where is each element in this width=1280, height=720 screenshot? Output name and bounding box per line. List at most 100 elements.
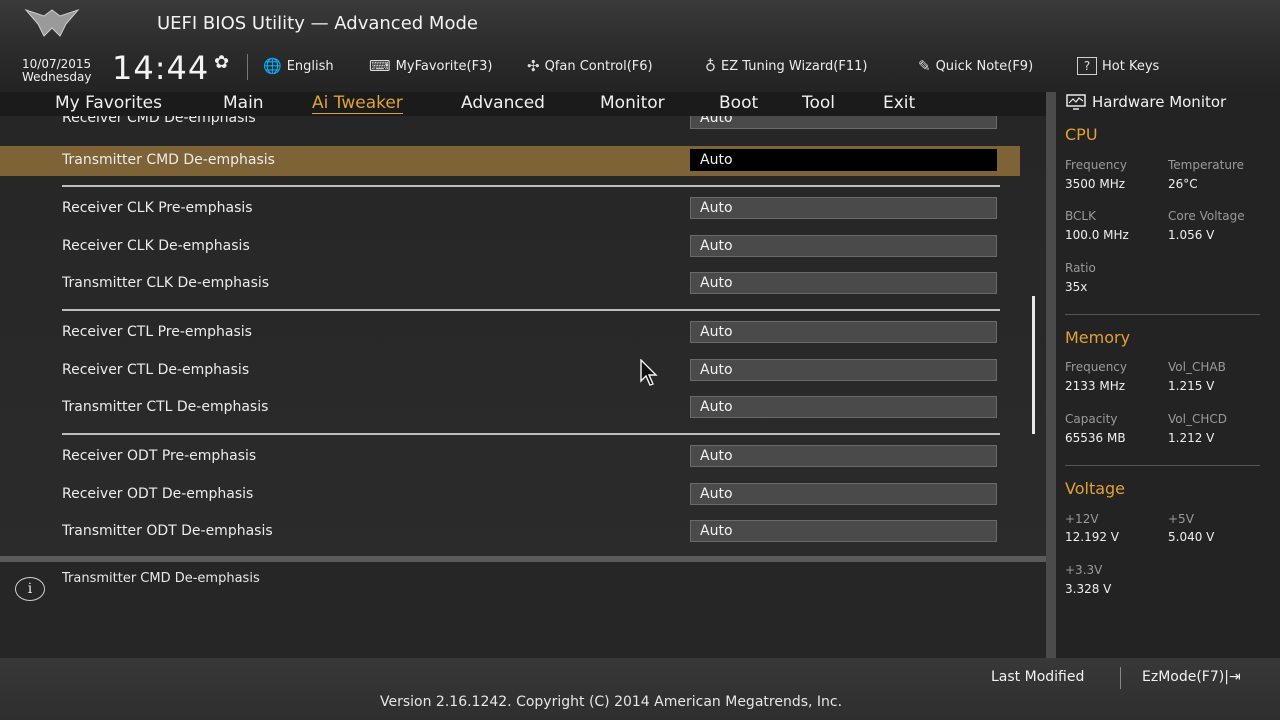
clock-time: 14:44	[112, 49, 210, 87]
window-title: UEFI BIOS Utility — Advanced Mode	[157, 13, 478, 34]
capacity-value: 65536 MB	[1065, 431, 1126, 445]
setting-label: Transmitter ODT De-emphasis	[62, 523, 273, 539]
v12-label: +12V	[1065, 512, 1099, 526]
ratio-value: 35x	[1065, 280, 1088, 294]
cpu-temperature-label: Temperature	[1168, 158, 1245, 172]
voltage-heading: Voltage	[1065, 479, 1126, 498]
header-separator	[247, 54, 248, 80]
quick-note-label: Quick Note(F9)	[935, 58, 1034, 74]
setting-row[interactable]: Receiver CLK De-emphasis Auto	[0, 232, 1020, 262]
ez-tuning-wizard-label: EZ Tuning Wizard(F11)	[721, 58, 868, 74]
tab-monitor[interactable]: Monitor	[600, 93, 665, 113]
tab-bar: My Favorites Main Ai Tweaker Advanced Mo…	[0, 92, 1046, 116]
tab-my-favorites[interactable]: My Favorites	[55, 93, 162, 113]
setting-row[interactable]: Receiver CTL Pre-emphasis Auto	[0, 318, 1020, 348]
tab-tool[interactable]: Tool	[802, 93, 835, 113]
setting-row[interactable]: Receiver CLK Pre-emphasis Auto	[0, 194, 1020, 224]
core-voltage-label: Core Voltage	[1168, 209, 1245, 223]
setting-label: Receiver ODT De-emphasis	[62, 486, 254, 502]
help-box-icon: ?	[1077, 57, 1097, 75]
tab-ai-tweaker[interactable]: Ai Tweaker	[312, 93, 403, 114]
cpu-frequency-label: Frequency	[1065, 158, 1127, 172]
setting-label: Transmitter CMD De-emphasis	[62, 152, 275, 168]
setting-row[interactable]: Transmitter CTL De-emphasis Auto	[0, 393, 1020, 423]
setting-value[interactable]: Auto	[690, 272, 997, 294]
setting-value[interactable]: Auto	[690, 149, 997, 171]
tab-boot[interactable]: Boot	[719, 93, 758, 113]
setting-row[interactable]: Transmitter ODT De-emphasis Auto	[0, 517, 1020, 547]
cpu-temperature-value: 26°C	[1168, 177, 1198, 191]
setting-label: Receiver CTL De-emphasis	[62, 362, 250, 378]
setting-row-selected[interactable]: Transmitter CMD De-emphasis Auto	[0, 146, 1020, 176]
setting-row[interactable]: Receiver CMD De-emphasis Auto	[0, 116, 1020, 134]
setting-value[interactable]: Auto	[690, 445, 997, 467]
setting-value[interactable]: Auto	[690, 520, 997, 542]
vol-chcd-value: 1.212 V	[1168, 431, 1215, 445]
bclk-label: BCLK	[1065, 209, 1096, 223]
date-display: 10/07/2015 Wednesday	[22, 58, 91, 84]
capacity-label: Capacity	[1065, 412, 1118, 426]
ezmode-button[interactable]: EzMode(F7)|⇥	[1142, 669, 1241, 685]
vol-chab-label: Vol_CHAB	[1168, 360, 1226, 374]
tab-main[interactable]: Main	[223, 93, 264, 113]
qfan-control-label: Qfan Control(F6)	[544, 58, 653, 74]
help-text: Transmitter CMD De-emphasis	[62, 571, 260, 586]
vol-chcd-label: Vol_CHCD	[1168, 412, 1227, 426]
setting-row[interactable]: Receiver ODT De-emphasis Auto	[0, 480, 1020, 510]
v12-value: 12.192 V	[1065, 530, 1120, 544]
v33-value: 3.328 V	[1065, 582, 1112, 596]
mouse-cursor-icon	[640, 359, 658, 386]
keyboard-icon: ⌨	[369, 57, 391, 75]
memory-frequency-value: 2133 MHz	[1065, 379, 1126, 393]
memory-heading: Memory	[1065, 328, 1131, 347]
setting-value[interactable]: Auto	[690, 197, 997, 219]
setting-label: Receiver CLK De-emphasis	[62, 238, 250, 254]
setting-row[interactable]: Transmitter CLK De-emphasis Auto	[0, 269, 1020, 299]
v5-value: 5.040 V	[1168, 530, 1215, 544]
language-label: English	[286, 58, 334, 74]
language-button[interactable]: 🌐 English	[263, 57, 334, 75]
setting-label: Transmitter CTL De-emphasis	[62, 399, 269, 415]
footer-bar	[0, 658, 1280, 720]
ratio-label: Ratio	[1065, 261, 1096, 275]
setting-value[interactable]: Auto	[690, 235, 997, 257]
globe-icon: 🌐	[263, 57, 282, 75]
gear-icon[interactable]: ✿	[214, 52, 229, 73]
group-divider	[62, 433, 1000, 435]
setting-value[interactable]: Auto	[690, 483, 997, 505]
qfan-control-button[interactable]: ✣ Qfan Control(F6)	[527, 57, 653, 75]
hw-divider	[1065, 314, 1260, 315]
group-divider	[62, 185, 1000, 187]
myfavorite-label: MyFavorite(F3)	[395, 58, 493, 74]
hot-keys-button[interactable]: ? Hot Keys	[1077, 57, 1159, 75]
info-icon: i	[15, 577, 45, 601]
setting-row[interactable]: Receiver ODT Pre-emphasis Auto	[0, 442, 1020, 472]
hardware-monitor-title: Hardware Monitor	[1066, 93, 1226, 111]
setting-label: Receiver ODT Pre-emphasis	[62, 448, 257, 464]
setting-label: Receiver CLK Pre-emphasis	[62, 200, 253, 216]
bclk-value: 100.0 MHz	[1065, 228, 1129, 242]
footer-separator	[1120, 667, 1121, 689]
myfavorite-button[interactable]: ⌨ MyFavorite(F3)	[369, 57, 492, 75]
v5-label: +5V	[1168, 512, 1194, 526]
tab-exit[interactable]: Exit	[883, 93, 915, 113]
settings-list: Receiver CMD De-emphasis Auto Transmitte…	[0, 116, 1046, 556]
panel-separator	[1046, 92, 1056, 658]
setting-label: Receiver CTL Pre-emphasis	[62, 324, 252, 340]
memory-frequency-label: Frequency	[1065, 360, 1127, 374]
v33-label: +3.3V	[1065, 563, 1103, 577]
quick-note-button[interactable]: ✎ Quick Note(F9)	[918, 57, 1033, 75]
vol-chab-value: 1.215 V	[1168, 379, 1215, 393]
hardware-monitor-label: Hardware Monitor	[1092, 93, 1227, 111]
tuf-logo-icon	[24, 8, 80, 37]
setting-value[interactable]: Auto	[690, 321, 997, 343]
fan-icon: ✣	[527, 57, 540, 75]
tab-advanced[interactable]: Advanced	[461, 93, 545, 113]
setting-row[interactable]: Receiver CTL De-emphasis Auto	[0, 356, 1020, 386]
ez-tuning-wizard-button[interactable]: ♁ EZ Tuning Wizard(F11)	[705, 57, 867, 75]
settings-scrollbar[interactable]	[1032, 296, 1035, 434]
setting-value[interactable]: Auto	[690, 116, 997, 129]
setting-value[interactable]: Auto	[690, 396, 997, 418]
last-modified-button[interactable]: Last Modified	[991, 669, 1084, 685]
setting-value[interactable]: Auto	[690, 359, 997, 381]
